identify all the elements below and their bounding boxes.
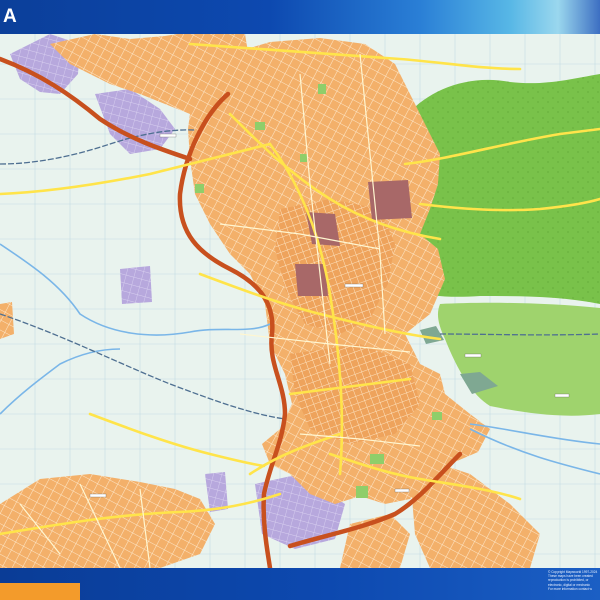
city-street-map bbox=[0, 34, 600, 568]
copyright-line: For more information contact w bbox=[548, 586, 592, 591]
map-title: A bbox=[3, 6, 18, 27]
map-header-bar: A bbox=[0, 0, 600, 34]
forest-park-areas bbox=[406, 74, 600, 416]
wall-map-frame: A © Copyright Mapsworld 1997-2024 These … bbox=[0, 0, 600, 600]
legend-color-swatch bbox=[0, 583, 80, 600]
copyright-notice: © Copyright Mapsworld 1997-2024 These ma… bbox=[548, 570, 600, 591]
map-footer-bar bbox=[0, 568, 600, 600]
map-canvas bbox=[0, 34, 600, 568]
